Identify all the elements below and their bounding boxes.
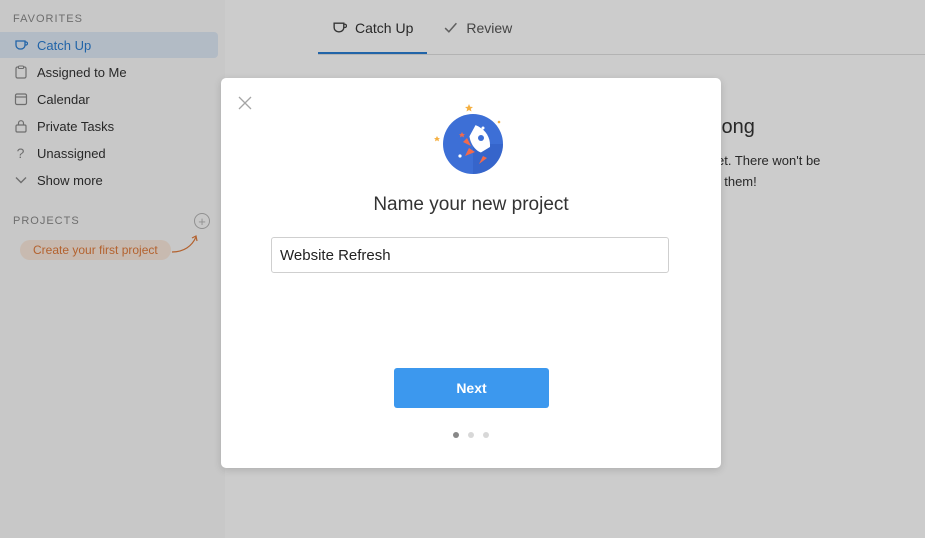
dialog-title: Name your new project	[373, 194, 569, 215]
close-icon[interactable]	[238, 96, 252, 110]
rocket-icon	[434, 104, 503, 174]
step-dot	[483, 432, 489, 438]
new-project-dialog: Name your new project Next	[221, 78, 721, 468]
step-dot	[453, 432, 459, 438]
step-dot	[468, 432, 474, 438]
step-indicator	[221, 432, 721, 438]
next-button[interactable]: Next	[394, 368, 549, 408]
project-name-input[interactable]	[271, 237, 669, 273]
